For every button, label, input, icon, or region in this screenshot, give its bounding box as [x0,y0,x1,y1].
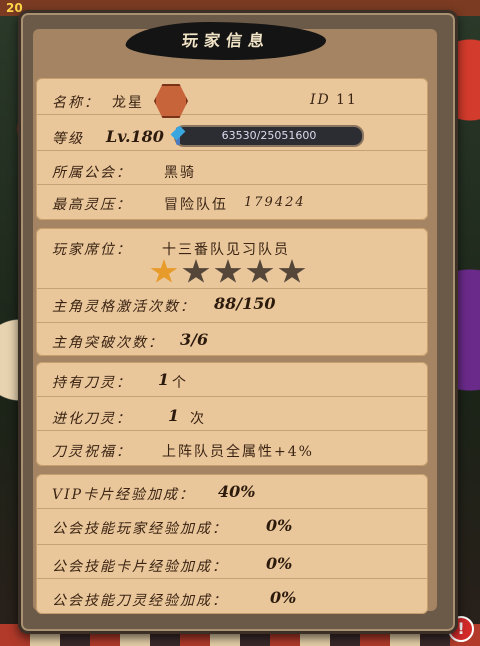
divider [36,430,428,431]
guild-value: 黑骑 [164,165,196,181]
name-label: 名称： [52,95,100,111]
pressure-label: 最高灵压： [52,197,132,213]
divider [36,578,428,579]
id-label: ID [310,92,331,108]
star-empty-icon [278,259,306,283]
star-empty-icon [182,259,210,283]
owned-blades-label: 持有刀灵： [52,375,132,391]
panel-title: 玩家信息 [124,22,328,60]
rank-stars [150,259,310,289]
level-value: Lv.180 [106,127,164,146]
pressure-team: 冒险队伍 [164,197,228,213]
guild-blade-bonus-label: 公会技能刀灵经验加成： [52,593,228,609]
divider [36,322,428,323]
evolve-blades-unit: 次 [190,411,206,427]
divider [36,544,428,545]
breakthrough-label: 主角突破次数： [52,335,164,351]
guild-card-bonus-value: 0% [266,554,293,573]
exp-bar: 63530/25051600 [174,125,364,147]
activation-value: 88/150 [214,294,276,313]
guild-card-bonus-label: 公会技能卡片经验加成： [52,559,228,575]
level-label: 等级 [52,131,84,147]
owned-blades-value: 1 [158,370,170,389]
divider [36,184,428,185]
guild-label: 所属公会： [52,165,132,181]
star-empty-icon [246,259,274,283]
guild-player-bonus-value: 0% [266,516,293,535]
evolve-blades-label: 进化刀灵： [52,411,132,427]
evolve-blades-value: 1 [168,406,180,425]
rank-value: 十三番队见习队员 [162,242,290,258]
divider [36,508,428,509]
guild-player-bonus-label: 公会技能玩家经验加成： [52,521,228,537]
vip-bonus-value: 40% [218,482,256,501]
exp-text: 63530/25051600 [221,129,317,142]
divider [36,114,428,115]
vip-bonus-label: VIP卡片经验加成： [52,487,196,503]
id-value: 11 [336,92,358,108]
pressure-value: 179424 [244,195,306,210]
guild-blade-bonus-value: 0% [270,588,297,607]
owned-blades-unit: 个 [172,375,188,391]
rank-label: 玩家席位： [52,242,132,258]
breakthrough-value: 3/6 [180,330,209,349]
activation-label: 主角灵格激活次数： [52,299,196,315]
name-value: 龙星 [112,95,144,111]
star-filled-icon [150,259,178,283]
blessing-value: 上阵队员全属性+4% [162,444,314,460]
divider [36,150,428,151]
divider [36,396,428,397]
blessing-label: 刀灵祝福： [52,444,132,460]
star-empty-icon [214,259,242,283]
